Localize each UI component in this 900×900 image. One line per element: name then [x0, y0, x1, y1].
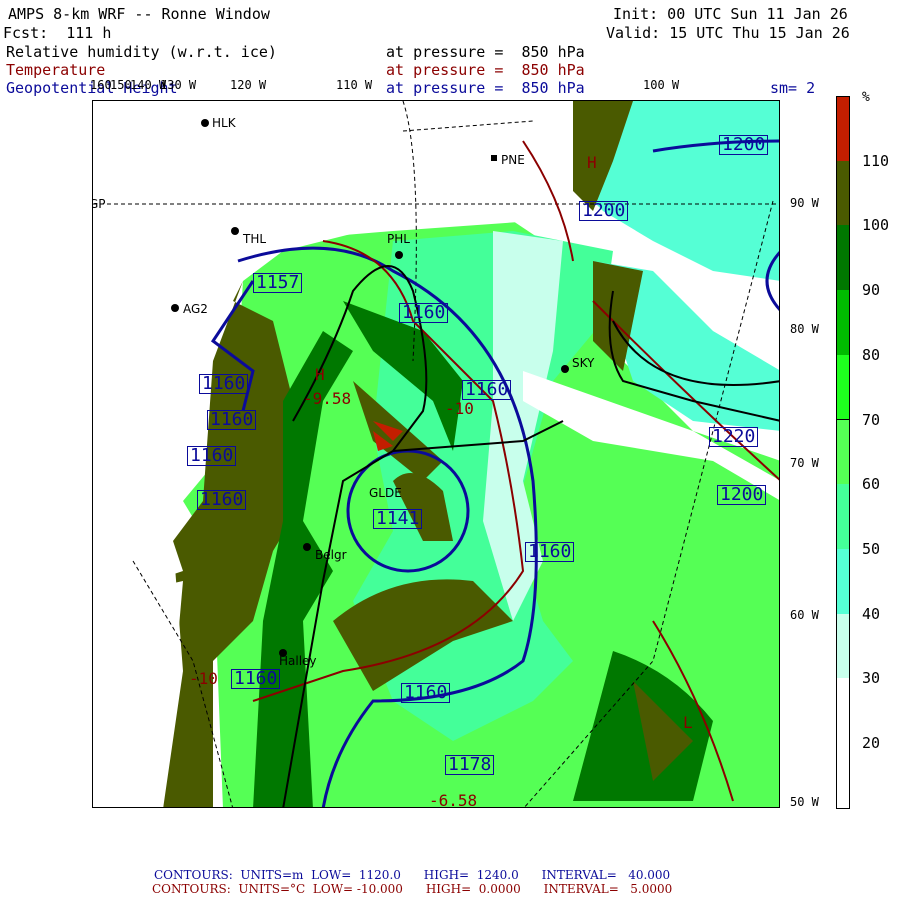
field-name-temp: Temperature [6, 61, 106, 79]
lon-label: 100 W [643, 78, 680, 92]
field-level-temp: at pressure = 850 hPa [386, 61, 585, 79]
init-time: Init: 00 UTC Sun 11 Jan 26 [613, 5, 848, 23]
height-label: 1141 [373, 509, 423, 529]
station-label: GLDE [369, 486, 402, 500]
station-marker [231, 227, 239, 235]
field-name-rh: Relative humidity (w.r.t. ice) [6, 43, 277, 61]
lat-label: 70 W [790, 456, 819, 470]
field-level-rh: at pressure = 850 hPa [386, 43, 585, 61]
station-label: THL [243, 232, 267, 246]
colorbar-label: 90 [862, 281, 881, 300]
temp-label: -9.58 [303, 389, 352, 408]
height-label: 1220 [709, 427, 759, 447]
station-label: AG2 [183, 302, 208, 316]
height-contour-info: CONTOURS: UNITS=m LOW= 1120.0 HIGH= 1240… [154, 868, 670, 882]
colorbar-band [836, 548, 850, 615]
colorbar-band [836, 743, 850, 809]
station-label: PNE [501, 153, 525, 167]
map-plot: HLK PNE THL PHL AG2 SKY GLDE Belgr Halle… [92, 100, 780, 808]
field-level-height: at pressure = 850 hPa [386, 79, 585, 97]
temp-label: -6.58 [429, 791, 478, 808]
colorbar-label: 40 [862, 604, 881, 623]
height-label: 1160 [401, 683, 451, 703]
temp-label: -10 [445, 399, 474, 418]
station-label: Halley [279, 654, 317, 668]
lon-label: 120 W [230, 78, 267, 92]
height-label: 1160 [199, 374, 249, 394]
colorbar-band [836, 484, 850, 550]
height-label: 1178 [445, 755, 495, 775]
plot-title: AMPS 8-km WRF -- Ronne Window [8, 5, 270, 23]
lat-label: 60 W [790, 608, 819, 622]
lon-label: 160 [90, 78, 112, 92]
colorbar-band [836, 613, 850, 680]
colorbar-label: 100 [862, 216, 890, 235]
footer-high: HIGH= 0.0000 [425, 882, 521, 896]
colorbar-band [836, 160, 850, 227]
lon-label: 150 [110, 78, 132, 92]
height-label: 1160 [525, 542, 575, 562]
station-label: HLK [212, 116, 236, 130]
colorbar-label: 80 [862, 345, 881, 364]
height-label: 1160 [197, 490, 247, 510]
station-marker [395, 251, 403, 259]
temp-contour-info: CONTOURS: UNITS=°C LOW= -10.000 HIGH= 0.… [152, 882, 672, 896]
smoothing-label: sm= 2 [770, 79, 816, 97]
lat-label: 80 W [790, 322, 819, 336]
temp-label: H [587, 153, 597, 172]
footer-low: LOW= 1120.0 [311, 868, 401, 882]
lat-label: 50 W [790, 795, 819, 809]
height-label: 1160 [207, 410, 257, 430]
height-label: 1160 [231, 669, 281, 689]
station-label: Belgr [315, 548, 347, 562]
lon-label: 110 W [336, 78, 373, 92]
height-label: 1200 [719, 135, 769, 155]
valid-time: Valid: 15 UTC Thu 15 Jan 26 [606, 24, 850, 42]
height-label: 1160 [187, 446, 237, 466]
station-marker [491, 155, 497, 161]
station-marker [171, 304, 179, 312]
station-marker [201, 119, 209, 127]
station-marker [303, 543, 311, 551]
station-marker [561, 365, 569, 373]
height-label: 1200 [579, 201, 629, 221]
colorbar-band [836, 678, 850, 744]
colorbar-band [836, 290, 850, 356]
height-label: 1200 [717, 485, 767, 505]
colorbar-label: 70 [862, 410, 881, 429]
colorbar-band [836, 96, 850, 162]
colorbar-band [836, 225, 850, 292]
temp-label: H [315, 365, 325, 384]
colorbar-band [836, 354, 850, 421]
colorbar-label: 60 [862, 475, 881, 494]
footer-label: CONTOURS: [154, 868, 233, 882]
colorbar-label: 50 [862, 539, 881, 558]
colorbar-label: 20 [862, 734, 881, 752]
temp-label: -10 [189, 669, 218, 688]
station-label: PHL [387, 232, 410, 246]
height-label: 1157 [253, 273, 303, 293]
lon-label: 130 W [160, 78, 197, 92]
station-label: GP [93, 197, 106, 211]
footer-high: HIGH= 1240.0 [423, 868, 519, 882]
footer-label: CONTOURS: [152, 882, 231, 896]
footer-low: LOW= -10.000 [312, 882, 403, 896]
footer-units: UNITS=m [240, 868, 304, 882]
colorbar-label: 30 [862, 669, 881, 688]
footer-interval: INTERVAL= 40.000 [541, 868, 671, 882]
height-label: 1160 [462, 380, 512, 400]
station-label: SKY [572, 356, 595, 370]
height-label: 1160 [399, 303, 449, 323]
temp-label: L [683, 713, 693, 732]
lat-label: 90 W [790, 196, 819, 210]
colorbar-label: 110 [862, 151, 890, 170]
forecast-hour: Fcst: 111 h [3, 24, 112, 42]
footer-interval: INTERVAL= 5.0000 [543, 882, 673, 896]
footer-units: UNITS=°C [238, 882, 306, 896]
colorbar-unit: % [862, 90, 870, 105]
colorbar-band [836, 419, 850, 486]
